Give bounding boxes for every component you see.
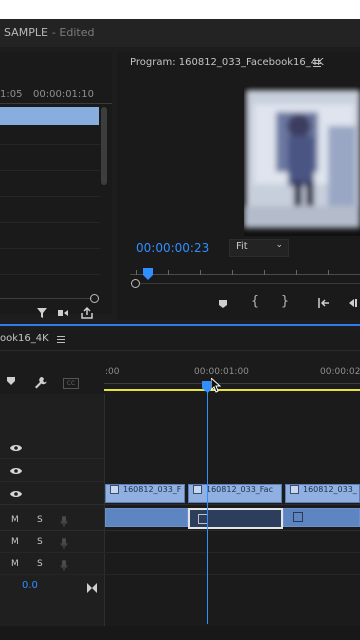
automate-to-sequence-icon[interactable] bbox=[57, 307, 71, 321]
source-zoom-track[interactable] bbox=[0, 298, 92, 299]
mute-button[interactable]: M bbox=[11, 515, 19, 525]
source-ruler-tc-2: 00:00:01:10 bbox=[33, 89, 95, 100]
timeline-ruler-tc-1: :00 bbox=[105, 367, 120, 377]
track-divider bbox=[0, 530, 360, 531]
sequence-menu-icon[interactable] bbox=[57, 334, 65, 345]
source-row-line bbox=[0, 144, 100, 145]
mouse-cursor bbox=[210, 376, 222, 397]
audio-clip[interactable] bbox=[283, 508, 360, 527]
add-marker-icon[interactable] bbox=[216, 298, 230, 312]
source-row-line bbox=[0, 170, 100, 171]
track-divider bbox=[0, 552, 360, 553]
ruler-tick bbox=[136, 270, 137, 275]
fx-icon bbox=[193, 485, 202, 494]
ruler-tick bbox=[264, 270, 265, 275]
track-divider bbox=[0, 481, 104, 482]
fx-icon bbox=[110, 485, 119, 494]
source-zoom-handle[interactable] bbox=[90, 294, 99, 303]
timeline-ruler-tc-3: 00:00:02 bbox=[320, 367, 360, 377]
timeline-scrollbar-area[interactable] bbox=[0, 626, 360, 640]
program-timecode[interactable]: 00:00:00:23 bbox=[136, 241, 209, 255]
export-icon[interactable] bbox=[80, 306, 94, 322]
mute-button[interactable]: M bbox=[11, 559, 19, 569]
program-playhead[interactable] bbox=[143, 265, 153, 284]
chevron-down-icon: ⌄ bbox=[275, 240, 283, 250]
solo-button[interactable]: S bbox=[37, 559, 43, 569]
mark-in-icon[interactable]: { bbox=[248, 295, 262, 308]
project-title: SAMPLE - Edited bbox=[4, 26, 94, 39]
ruler-tick bbox=[168, 270, 169, 275]
audio-clip[interactable] bbox=[105, 508, 188, 527]
ruler-tick bbox=[328, 270, 329, 275]
ruler-tick bbox=[232, 270, 233, 275]
source-row-line bbox=[0, 222, 100, 223]
source-row-line bbox=[0, 196, 100, 197]
filter-icon[interactable] bbox=[35, 307, 49, 321]
track-divider bbox=[0, 504, 360, 505]
track-divider bbox=[0, 458, 104, 459]
solo-button[interactable]: S bbox=[37, 515, 43, 525]
fx-icon bbox=[290, 485, 299, 494]
clip-label: 160812_033_Fac bbox=[206, 485, 273, 494]
sequence-tab-label[interactable]: ook16_4K bbox=[0, 333, 49, 344]
source-scrollbar[interactable] bbox=[101, 107, 107, 185]
mark-out-icon[interactable]: } bbox=[278, 295, 292, 308]
hamburger-icon[interactable] bbox=[313, 58, 321, 69]
zoom-select[interactable]: Fit ⌄ bbox=[229, 239, 289, 257]
ruler-tick bbox=[296, 270, 297, 275]
source-row-line bbox=[0, 274, 100, 275]
clip-label: 160812_033_ bbox=[303, 485, 357, 494]
go-to-in-icon[interactable] bbox=[316, 297, 332, 311]
top-strip bbox=[0, 0, 360, 19]
wrench-icon[interactable] bbox=[33, 375, 47, 391]
timeline-ruler-tc-2: 00:00:01:00 bbox=[194, 367, 249, 377]
skip-to-end-icon[interactable] bbox=[86, 578, 98, 597]
timeline-playhead-line bbox=[207, 384, 208, 624]
edited-status: - Edited bbox=[51, 26, 95, 39]
video-clip[interactable]: 160812_033_Fac bbox=[188, 484, 282, 503]
program-zoom-track[interactable] bbox=[140, 283, 360, 284]
video-clip[interactable]: 160812_033_ bbox=[285, 484, 360, 503]
add-marker-icon[interactable] bbox=[5, 376, 17, 388]
solo-button[interactable]: S bbox=[37, 537, 43, 547]
source-ruler-tc-1: 1:05 bbox=[0, 89, 23, 100]
active-panel-border bbox=[0, 324, 360, 326]
fx-icon bbox=[293, 512, 303, 522]
project-name: SAMPLE bbox=[4, 26, 48, 39]
zoom-select-value: Fit bbox=[236, 241, 248, 252]
work-area-bar[interactable] bbox=[104, 389, 360, 391]
program-zoom-handle[interactable] bbox=[131, 279, 140, 288]
timeline-header-divider bbox=[0, 350, 360, 351]
eye-icon[interactable] bbox=[10, 488, 22, 501]
source-ruler-line bbox=[0, 103, 112, 104]
timeline-ruler[interactable] bbox=[104, 383, 360, 384]
master-level-value[interactable]: 0.0 bbox=[22, 580, 38, 591]
video-clip[interactable]: 160812_033_F bbox=[105, 484, 185, 503]
audio-clip-selected[interactable] bbox=[188, 508, 283, 529]
program-title: Program: 160812_033_Facebook16_4K bbox=[130, 57, 324, 68]
captions-icon[interactable]: CC bbox=[63, 378, 79, 389]
ruler-tick bbox=[200, 270, 201, 275]
source-selected-bar[interactable] bbox=[0, 107, 99, 125]
source-row-line bbox=[0, 248, 100, 249]
clip-label: 160812_033_F bbox=[123, 485, 182, 494]
track-divider bbox=[0, 574, 360, 575]
step-back-icon[interactable] bbox=[346, 297, 360, 311]
mute-button[interactable]: M bbox=[11, 537, 19, 547]
eye-icon[interactable] bbox=[10, 442, 22, 455]
program-video-frame bbox=[244, 86, 360, 236]
program-ruler[interactable] bbox=[130, 274, 360, 275]
eye-icon[interactable] bbox=[10, 465, 22, 478]
